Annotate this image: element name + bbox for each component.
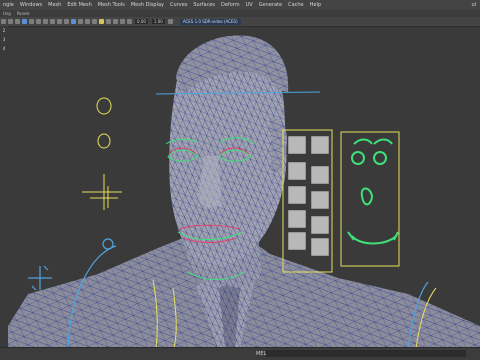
menu-item-cache[interactable]: Cache [285,2,307,8]
menu-item-deform[interactable]: Deform [218,2,243,8]
camera-icon[interactable] [1,19,6,24]
menu-item-help[interactable]: Help [307,2,324,8]
layout-button-2[interactable]: 2 [0,26,8,35]
menu-item-uv[interactable]: UV [243,2,256,8]
menu-item-curves[interactable]: Curves [167,2,190,8]
shadows-icon[interactable] [106,19,111,24]
menu-item-mesh-tools[interactable]: Mesh Tools [95,2,128,8]
xray-icon[interactable] [127,19,132,24]
scene-canvas [8,35,480,348]
panel-menu-shading[interactable]: ting [0,11,14,16]
smooth-shade-icon[interactable] [78,19,83,24]
quick-layout-bar: 2 3 4 [0,26,8,66]
resolution-gate-icon[interactable] [43,19,48,24]
menu-item-mesh[interactable]: Mesh [45,2,64,8]
lights-icon[interactable] [99,19,104,24]
gamma-field[interactable]: 1.00 [151,19,165,24]
mel-label[interactable]: MEL [256,351,266,357]
workspace-label[interactable]: ul [471,2,480,8]
select-camera-icon[interactable] [22,19,27,24]
control-panel-squares [287,135,330,257]
command-line: MEL [0,347,480,360]
textured-icon[interactable] [92,19,97,24]
grid-icon[interactable] [29,19,34,24]
layout-button-3[interactable]: 3 [0,35,8,44]
safe-action-icon[interactable] [64,19,69,24]
color-management-icon[interactable] [167,19,173,24]
menu-item-surfaces[interactable]: Surfaces [190,2,218,8]
menu-item-edit-mesh[interactable]: Edit Mesh [64,2,94,8]
film-gate-icon[interactable] [36,19,41,24]
gate-mask-icon[interactable] [50,19,55,24]
viewport-3d[interactable] [8,26,480,348]
menu-bar: ngle Windows Mesh Edit Mesh Mesh Tools M… [0,0,480,10]
command-input[interactable] [266,350,466,357]
menu-item-mesh-display[interactable]: Mesh Display [128,2,167,8]
isolate-select-icon[interactable] [120,19,125,24]
wireframe-icon[interactable] [71,19,76,24]
ambient-occlusion-icon[interactable] [113,19,118,24]
expression-face-controls [347,138,399,245]
menu-item-windows[interactable]: Windows [17,2,45,8]
bookmark-icon[interactable] [15,19,20,24]
menu-item-ngle[interactable]: ngle [0,2,17,8]
wireframe-on-shaded-icon[interactable] [85,19,90,24]
lock-icon[interactable] [8,19,13,24]
view-transform-dropdown[interactable]: ACES 1.0 SDR-video (ACES) [179,18,241,25]
layout-button-4[interactable]: 4 [0,44,8,53]
panel-menu-panels[interactable]: Panels [14,11,33,16]
field-chart-icon[interactable] [57,19,62,24]
panel-menu-bar: ting Panels [0,10,480,17]
menu-item-generate[interactable]: Generate [256,2,285,8]
exposure-field[interactable]: 0.00 [135,19,148,24]
